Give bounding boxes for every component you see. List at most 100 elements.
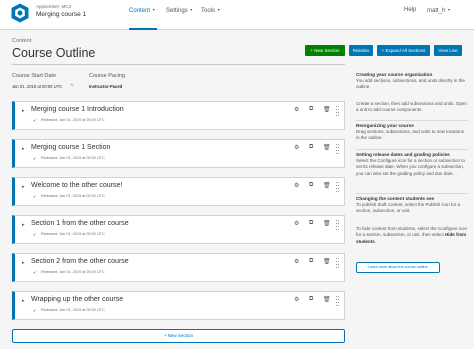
top-header: Appsember: MC3 Merging course 1 Content … <box>0 0 474 30</box>
check-icon: ✔ <box>33 270 37 275</box>
expand-chevron-icon[interactable]: ▸ <box>22 146 25 152</box>
drag-handle-icon[interactable] <box>336 180 340 196</box>
sidebar-divider <box>356 193 468 194</box>
section-name[interactable]: Wrapping up the other course <box>31 296 123 303</box>
course-pacing-label: Course Pacing <box>89 73 126 79</box>
chevron-down-icon: ▾ <box>190 7 193 12</box>
course-org: Appsember: MC3 <box>36 4 72 9</box>
username: matt_h <box>427 8 446 14</box>
drag-handle-icon[interactable] <box>336 256 340 272</box>
sidebar-help: Create a section, then add subsections a… <box>356 101 468 114</box>
duplicate-icon[interactable]: ⧉ <box>309 258 313 265</box>
delete-trash-icon[interactable]: 🗑 <box>323 144 331 151</box>
nav-tools-label: Tools <box>201 8 216 14</box>
drag-handle-icon[interactable] <box>336 218 340 234</box>
sidebar-divider <box>356 120 468 121</box>
help-link[interactable]: Help <box>404 7 416 13</box>
breadcrumb: Content <box>12 38 32 44</box>
check-icon: ✔ <box>33 118 37 123</box>
check-icon: ✔ <box>33 194 37 199</box>
help-text: To hide content from students, select th… <box>356 226 468 245</box>
help-text: To publish draft content, select the Pub… <box>356 202 461 214</box>
expand-all-sections-button[interactable]: + Expand All Sections <box>377 45 430 56</box>
help-text: Select the Configure icon for a section … <box>356 158 466 176</box>
delete-trash-icon[interactable]: 🗑 <box>323 106 331 113</box>
outline-section[interactable]: ▸ Wrapping up the other course ✔ Release… <box>12 291 345 320</box>
section-name[interactable]: Section 1 from the other course <box>31 220 129 227</box>
course-start-date-label: Course Start Date <box>12 73 57 79</box>
course-pacing-value: Instructor-Paced <box>89 84 123 89</box>
configure-gear-icon[interactable]: ⚙ <box>294 220 299 227</box>
sidebar-help: Setting release dates and grading polici… <box>356 152 468 177</box>
drag-handle-icon[interactable] <box>336 294 340 310</box>
section-name[interactable]: Welcome to the other course! <box>31 182 122 189</box>
edit-pencil-icon[interactable]: ✎ <box>70 83 74 89</box>
expand-chevron-icon[interactable]: ▸ <box>22 184 25 190</box>
duplicate-icon[interactable]: ⧉ <box>309 144 313 151</box>
release-date: Released: Jan 01, 2019 at 00:00 UTC <box>41 270 105 274</box>
sidebar-help: Reorganizing your course Drag sections, … <box>356 123 468 142</box>
nav-tools-menu[interactable]: Tools ▾ <box>201 7 220 14</box>
duplicate-icon[interactable]: ⧉ <box>309 106 313 113</box>
section-name[interactable]: Merging course 1 Introduction <box>31 106 124 113</box>
active-nav-underline <box>129 28 157 30</box>
page-title: Course Outline <box>12 46 96 60</box>
help-text-suffix: . <box>374 238 377 244</box>
expand-chevron-icon[interactable]: ▸ <box>22 222 25 228</box>
delete-trash-icon[interactable]: 🗑 <box>323 258 331 265</box>
chevron-down-icon: ▾ <box>217 7 220 12</box>
release-date: Released: Jan 01, 2019 at 00:00 UTC <box>41 232 105 236</box>
sidebar-help: Changing the content students see To pub… <box>356 196 468 215</box>
outline-section[interactable]: ▸ Merging course 1 Section ✔ Released: J… <box>12 139 345 168</box>
outline-section[interactable]: ▸ Section 2 from the other course ✔ Rele… <box>12 253 345 282</box>
sidebar-divider <box>356 149 468 150</box>
duplicate-icon[interactable]: ⧉ <box>309 296 313 303</box>
release-date: Released: Jan 01, 2019 at 00:00 UTC <box>41 308 105 312</box>
configure-gear-icon[interactable]: ⚙ <box>294 182 299 189</box>
configure-gear-icon[interactable]: ⚙ <box>294 106 299 113</box>
expand-chevron-icon[interactable]: ▸ <box>22 108 25 114</box>
nav-content-label: Content <box>129 8 151 14</box>
outline-section[interactable]: ▸ Section 1 from the other course ✔ Rele… <box>12 215 345 244</box>
course-start-date-value: Jan 01, 2019 at 00:00 UTC <box>12 84 63 89</box>
studio-logo-icon[interactable] <box>11 3 29 23</box>
configure-gear-icon[interactable]: ⚙ <box>294 258 299 265</box>
check-icon: ✔ <box>33 308 37 313</box>
title-divider <box>12 64 345 65</box>
help-text: Drag sections, subsections, and units to… <box>356 129 465 141</box>
chevron-down-icon: ▾ <box>448 7 451 12</box>
check-icon: ✔ <box>33 232 37 237</box>
sidebar-help: Creating your course organization You ad… <box>356 72 468 91</box>
delete-trash-icon[interactable]: 🗑 <box>323 182 331 189</box>
nav-content-menu[interactable]: Content ▾ <box>129 7 155 14</box>
section-name[interactable]: Merging course 1 Section <box>31 144 110 151</box>
view-live-button[interactable]: View Live <box>434 45 462 56</box>
course-title[interactable]: Merging course 1 <box>36 11 86 18</box>
check-icon: ✔ <box>33 156 37 161</box>
reindex-button[interactable]: Reindex <box>349 45 373 56</box>
expand-chevron-icon[interactable]: ▸ <box>22 260 25 266</box>
new-section-bottom-button[interactable]: + New Section <box>12 329 345 343</box>
nav-settings-label: Settings <box>166 8 188 14</box>
release-date: Released: Jan 01, 2019 at 00:00 UTC <box>41 156 105 160</box>
release-date: Released: Jan 01, 2019 at 00:00 UTC <box>41 194 105 198</box>
outline-section[interactable]: ▸ Merging course 1 Introduction ✔ Releas… <box>12 101 345 130</box>
delete-trash-icon[interactable]: 🗑 <box>323 296 331 303</box>
configure-gear-icon[interactable]: ⚙ <box>294 296 299 303</box>
help-text: Create a section, then add subsections a… <box>356 101 467 113</box>
delete-trash-icon[interactable]: 🗑 <box>323 220 331 227</box>
duplicate-icon[interactable]: ⧉ <box>309 220 313 227</box>
expand-chevron-icon[interactable]: ▸ <box>22 298 25 304</box>
duplicate-icon[interactable]: ⧉ <box>309 182 313 189</box>
section-name[interactable]: Section 2 from the other course <box>31 258 129 265</box>
nav-settings-menu[interactable]: Settings ▾ <box>166 7 192 14</box>
chevron-down-icon: ▾ <box>152 7 155 12</box>
help-text: You add sections, subsections, and units… <box>356 78 465 90</box>
user-menu[interactable]: matt_h ▾ <box>427 7 450 14</box>
new-section-button[interactable]: + New Section <box>305 45 345 56</box>
outline-section[interactable]: ▸ Welcome to the other course! ✔ Release… <box>12 177 345 206</box>
drag-handle-icon[interactable] <box>336 142 340 158</box>
drag-handle-icon[interactable] <box>336 104 340 120</box>
learn-more-outline-button[interactable]: Learn more about the course outline <box>356 262 440 273</box>
configure-gear-icon[interactable]: ⚙ <box>294 144 299 151</box>
